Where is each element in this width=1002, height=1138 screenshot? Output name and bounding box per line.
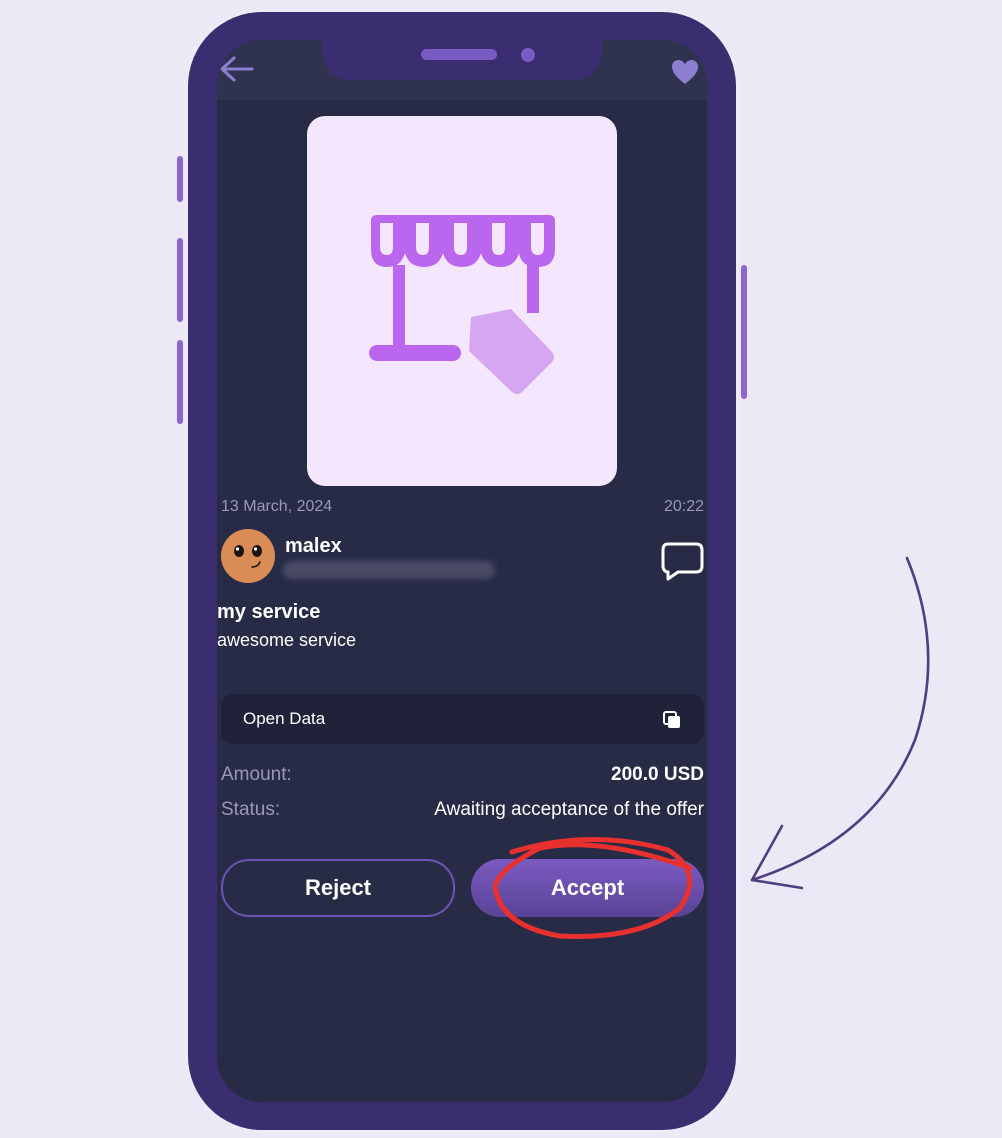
phone-side-button xyxy=(177,340,183,424)
smiley-avatar xyxy=(234,545,262,568)
status-label: Status: xyxy=(221,799,281,820)
phone-camera xyxy=(521,48,535,62)
amount-label: Amount: xyxy=(221,764,292,785)
chat-bubble-icon[interactable] xyxy=(660,540,704,582)
phone-side-button xyxy=(177,238,183,322)
annotation-arrow xyxy=(750,556,930,882)
reject-button[interactable]: Reject xyxy=(221,859,455,917)
phone-side-button xyxy=(741,265,747,399)
avatar[interactable] xyxy=(221,529,275,583)
seller-username[interactable]: malex xyxy=(285,535,342,558)
status-value: Awaiting acceptance of the offer xyxy=(434,799,704,820)
annotation-arrowhead xyxy=(750,824,804,890)
listing-date: 13 March, 2024 xyxy=(221,498,333,515)
phone-side-button xyxy=(177,156,183,202)
open-data-label: Open Data xyxy=(243,709,326,728)
copy-icon[interactable] xyxy=(662,710,682,730)
service-title: my service xyxy=(217,601,321,623)
open-data-row[interactable]: Open Data xyxy=(221,694,704,744)
storefront-tag-icon xyxy=(363,205,563,400)
amount-value: 200.0 USD xyxy=(611,764,704,785)
service-description: awesome service xyxy=(217,630,357,650)
listing-time: 20:22 xyxy=(663,498,704,515)
accept-button[interactable]: Accept xyxy=(471,859,704,917)
phone-speaker xyxy=(421,49,497,60)
redacted-info xyxy=(283,561,495,579)
heart-icon[interactable] xyxy=(670,58,700,86)
arrow-left-icon[interactable] xyxy=(218,54,256,84)
